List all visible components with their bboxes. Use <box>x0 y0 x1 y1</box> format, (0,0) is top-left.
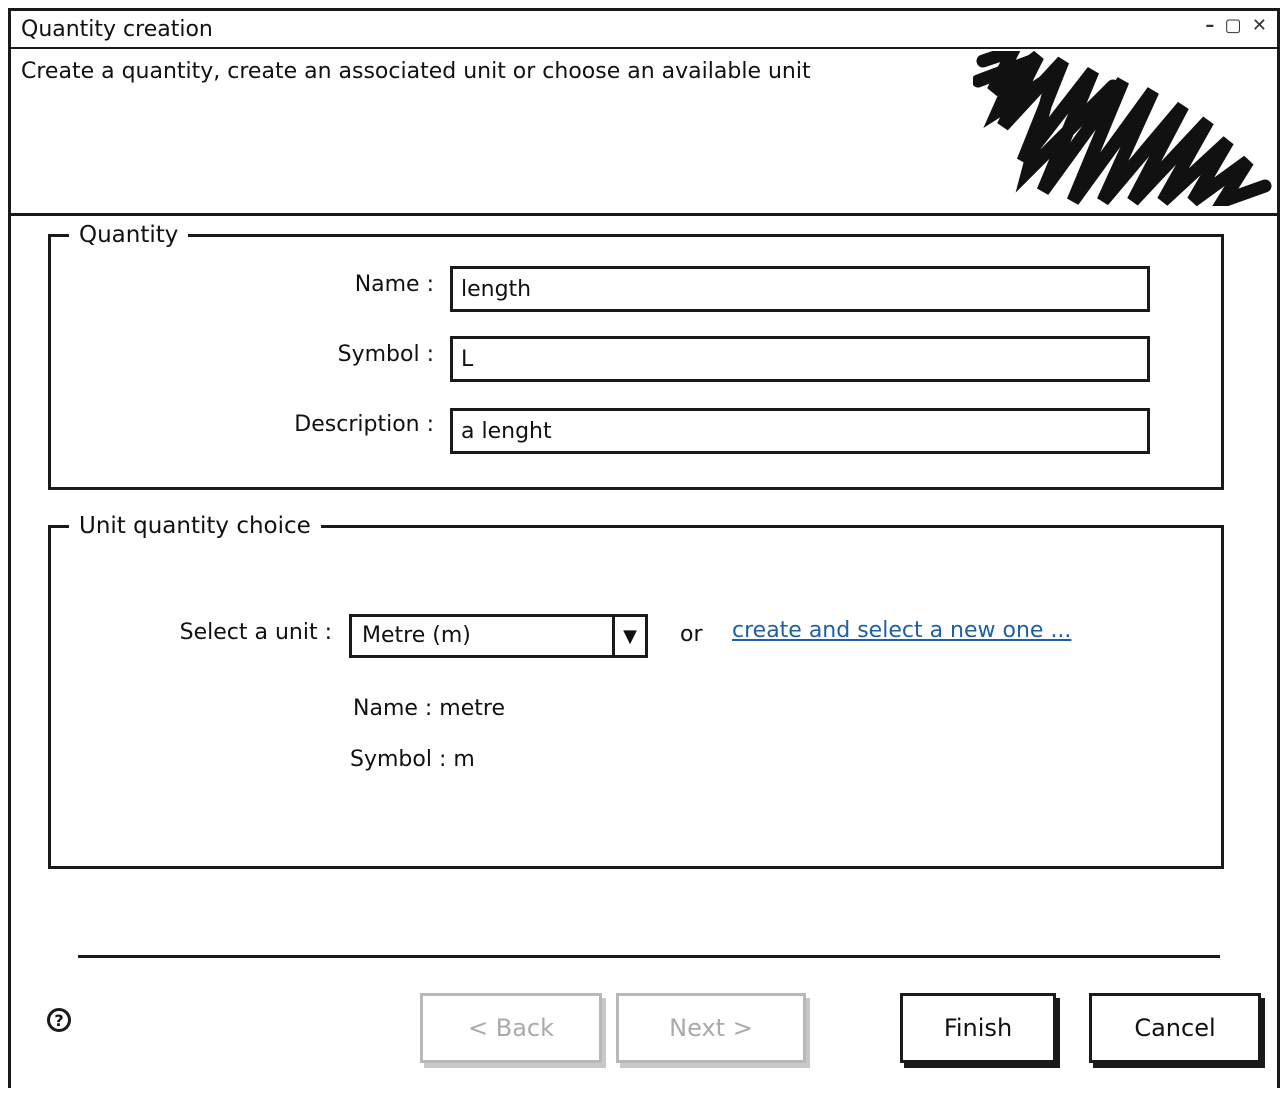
create-unit-link[interactable]: create and select a new one ... <box>732 618 1071 643</box>
unit-symbol-info: Symbol : m <box>350 747 475 772</box>
or-text: or <box>680 622 703 647</box>
header-description: Create a quantity, create an associated … <box>21 59 811 84</box>
description-label: Description : <box>294 412 434 437</box>
quantity-symbol-input[interactable] <box>450 336 1150 382</box>
title-bar: Quantity creation – ▢ ✕ <box>11 11 1277 49</box>
unit-name-info: Name : metre <box>353 696 505 721</box>
wizard-header: Create a quantity, create an associated … <box>11 49 1277 216</box>
next-button[interactable]: Next > <box>616 993 806 1063</box>
name-label: Name : <box>354 272 434 297</box>
finish-button[interactable]: Finish <box>900 993 1056 1063</box>
quantity-legend: Quantity <box>79 222 179 248</box>
header-scribble-graphic <box>973 51 1272 206</box>
window-controls-icon[interactable]: – ▢ ✕ <box>1205 15 1269 36</box>
dropdown-arrow-icon[interactable]: ▼ <box>612 617 645 655</box>
symbol-label: Symbol : <box>337 342 434 367</box>
footer-divider <box>78 955 1220 958</box>
quantity-description-input[interactable] <box>450 408 1150 454</box>
cancel-button[interactable]: Cancel <box>1089 993 1261 1063</box>
back-button[interactable]: < Back <box>420 993 602 1063</box>
help-icon[interactable]: ? <box>47 1008 71 1032</box>
quantity-name-input[interactable] <box>450 266 1150 312</box>
unit-select-dropdown[interactable]: Metre (m) ▼ <box>349 614 648 658</box>
unit-select-value: Metre (m) <box>362 623 471 648</box>
window-title: Quantity creation <box>21 17 213 42</box>
unit-choice-legend: Unit quantity choice <box>79 513 311 539</box>
select-unit-label: Select a unit : <box>179 620 332 645</box>
unit-choice-group: Unit quantity choice <box>48 513 1224 869</box>
